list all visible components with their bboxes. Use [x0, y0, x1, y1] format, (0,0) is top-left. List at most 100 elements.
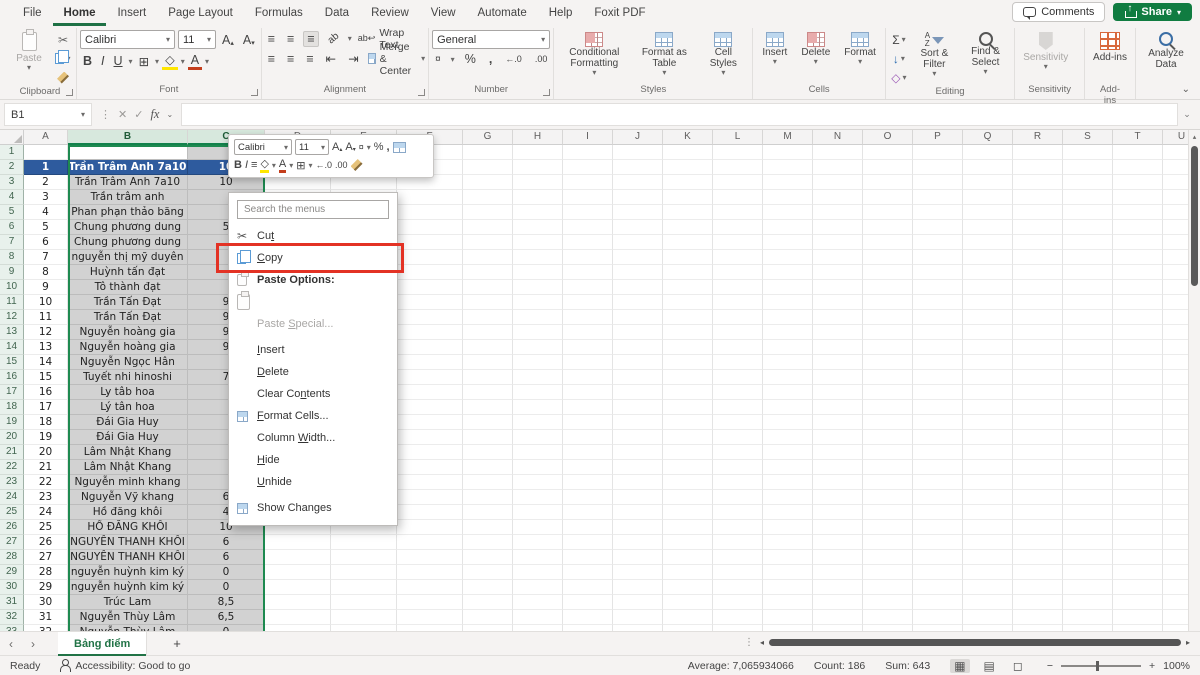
cell-Q10[interactable] — [963, 280, 1013, 295]
cell-K21[interactable] — [663, 445, 713, 460]
cell-S7[interactable] — [1063, 235, 1113, 250]
cell-B28[interactable]: NGUYỄN THANH KHÔI — [68, 550, 188, 565]
sensitivity-button[interactable]: Sensitivity▾ — [1018, 30, 1073, 72]
cell-P14[interactable] — [913, 340, 963, 355]
mini-bold-button[interactable]: B — [234, 159, 242, 171]
conditional-formatting-button[interactable]: Conditional Formatting▾ — [557, 30, 631, 78]
cell-I8[interactable] — [563, 250, 613, 265]
page-layout-view-button[interactable]: ▤ — [980, 659, 999, 673]
cell-M27[interactable] — [763, 535, 813, 550]
cell-L28[interactable] — [713, 550, 763, 565]
cell-S5[interactable] — [1063, 205, 1113, 220]
cell-P19[interactable] — [913, 415, 963, 430]
cell-P30[interactable] — [913, 580, 963, 595]
cell-Q1[interactable] — [963, 145, 1013, 160]
cell-A28[interactable]: 27 — [24, 550, 68, 565]
normal-view-button[interactable]: ▦ — [950, 659, 969, 673]
cell-C30[interactable]: 0 — [188, 580, 265, 595]
cell-T9[interactable] — [1113, 265, 1163, 280]
cell-G7[interactable] — [463, 235, 513, 250]
cell-I10[interactable] — [563, 280, 613, 295]
cell-R20[interactable] — [1013, 430, 1063, 445]
cell-J24[interactable] — [613, 490, 663, 505]
cell-B15[interactable]: Nguyễn Ngọc Hân — [68, 355, 188, 370]
mini-percent-button[interactable]: % — [374, 141, 384, 153]
delete-cells-button[interactable]: Delete▾ — [795, 30, 836, 67]
cell-M4[interactable] — [763, 190, 813, 205]
cell-R31[interactable] — [1013, 595, 1063, 610]
cell-M26[interactable] — [763, 520, 813, 535]
cell-Q17[interactable] — [963, 385, 1013, 400]
cell-F27[interactable] — [397, 535, 463, 550]
cell-S9[interactable] — [1063, 265, 1113, 280]
cell-I32[interactable] — [563, 610, 613, 625]
prev-sheet-button[interactable]: ‹ — [0, 637, 22, 651]
row-header-9[interactable]: 9 — [0, 265, 24, 280]
cell-A19[interactable]: 18 — [24, 415, 68, 430]
orientation-button[interactable]: ab — [323, 29, 343, 48]
cell-O19[interactable] — [863, 415, 913, 430]
cell-B24[interactable]: Nguyễn Vỹ khang — [68, 490, 188, 505]
cell-O26[interactable] — [863, 520, 913, 535]
cell-H17[interactable] — [513, 385, 563, 400]
cell-G15[interactable] — [463, 355, 513, 370]
row-header-5[interactable]: 5 — [0, 205, 24, 220]
cell-Q18[interactable] — [963, 400, 1013, 415]
cell-G22[interactable] — [463, 460, 513, 475]
cell-P1[interactable] — [913, 145, 963, 160]
cell-J23[interactable] — [613, 475, 663, 490]
cell-F18[interactable] — [397, 400, 463, 415]
scroll-up-icon[interactable]: ▴ — [1193, 130, 1197, 144]
mini-font-color-button[interactable]: A — [279, 158, 286, 173]
cell-F21[interactable] — [397, 445, 463, 460]
cell-O25[interactable] — [863, 505, 913, 520]
cell-A5[interactable]: 4 — [24, 205, 68, 220]
cell-B18[interactable]: Lý tân hoa — [68, 400, 188, 415]
cell-G2[interactable] — [463, 160, 513, 175]
context-menu-item-paste-options[interactable]: Paste Options: — [229, 269, 397, 291]
cell-D30[interactable] — [265, 580, 331, 595]
cell-F10[interactable] — [397, 280, 463, 295]
share-button[interactable]: Share ▾ — [1113, 3, 1192, 21]
cell-K24[interactable] — [663, 490, 713, 505]
cell-I7[interactable] — [563, 235, 613, 250]
cell-G8[interactable] — [463, 250, 513, 265]
autosum-button[interactable]: Σ▾ — [889, 31, 909, 48]
cell-K6[interactable] — [663, 220, 713, 235]
cell-J31[interactable] — [613, 595, 663, 610]
cell-S30[interactable] — [1063, 580, 1113, 595]
cell-R10[interactable] — [1013, 280, 1063, 295]
cell-M30[interactable] — [763, 580, 813, 595]
zoom-slider[interactable] — [1061, 665, 1141, 667]
cell-T15[interactable] — [1113, 355, 1163, 370]
row-header-15[interactable]: 15 — [0, 355, 24, 370]
cell-H25[interactable] — [513, 505, 563, 520]
cell-Q8[interactable] — [963, 250, 1013, 265]
italic-button[interactable]: I — [98, 54, 107, 68]
cell-J28[interactable] — [613, 550, 663, 565]
cell-B3[interactable]: Trần Trâm Anh 7a10 — [68, 175, 188, 190]
cell-K28[interactable] — [663, 550, 713, 565]
cell-Q3[interactable] — [963, 175, 1013, 190]
cell-S4[interactable] — [1063, 190, 1113, 205]
cell-N30[interactable] — [813, 580, 863, 595]
cell-K12[interactable] — [663, 310, 713, 325]
cell-J16[interactable] — [613, 370, 663, 385]
font-size-select[interactable]: 11▾ — [178, 30, 216, 49]
cell-N32[interactable] — [813, 610, 863, 625]
cell-O13[interactable] — [863, 325, 913, 340]
cell-N1[interactable] — [813, 145, 863, 160]
cell-Q31[interactable] — [963, 595, 1013, 610]
ribbon-tab-review[interactable]: Review — [360, 0, 420, 26]
cell-D28[interactable] — [265, 550, 331, 565]
mini-decrease-decimal-button[interactable]: .00 — [335, 160, 348, 170]
bold-button[interactable]: B — [80, 54, 95, 68]
cell-H2[interactable] — [513, 160, 563, 175]
cell-A12[interactable]: 11 — [24, 310, 68, 325]
cell-M6[interactable] — [763, 220, 813, 235]
cell-O32[interactable] — [863, 610, 913, 625]
cell-E30[interactable] — [331, 580, 397, 595]
cell-A22[interactable]: 21 — [24, 460, 68, 475]
cell-J9[interactable] — [613, 265, 663, 280]
percent-style-button[interactable]: % — [462, 52, 479, 66]
